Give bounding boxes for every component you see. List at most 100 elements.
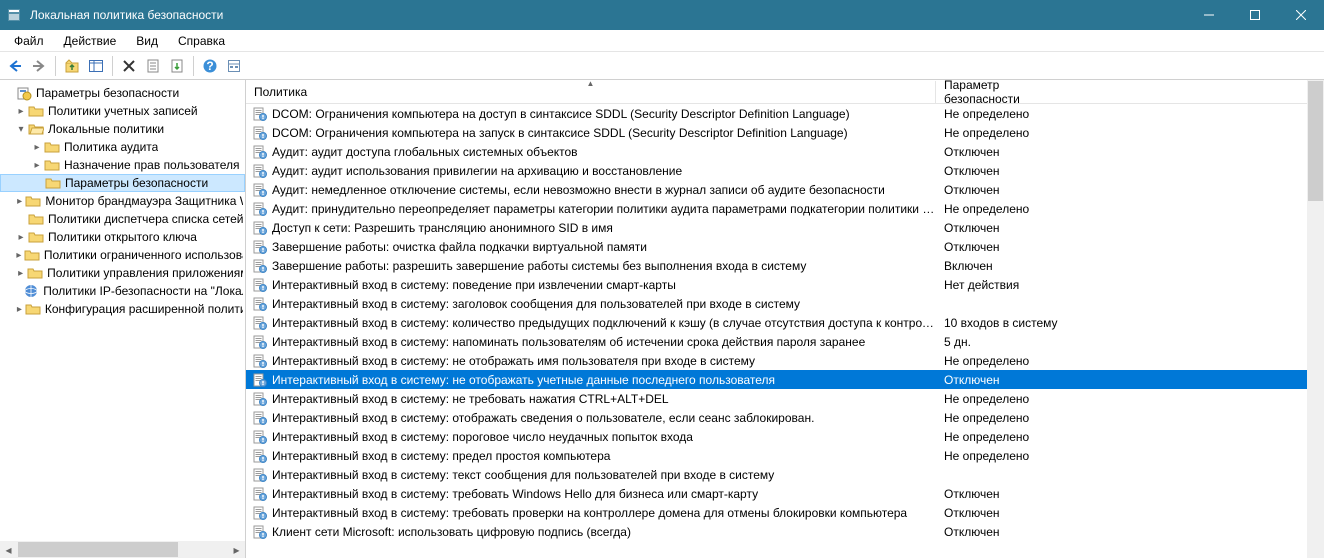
tree-label: Политики открытого ключа [48,230,197,244]
tree-node-audit-policy[interactable]: ▸ Политика аудита [0,138,245,156]
policy-row[interactable]: DCOM: Ограничения компьютера на доступ в… [246,104,1324,123]
tree-node-app-control[interactable]: ▸ Политики управления приложениями [0,264,245,282]
policy-value: Нет действия [936,278,1019,292]
expand-icon[interactable]: ▸ [14,232,28,243]
policy-row[interactable]: Интерактивный вход в систему: требовать … [246,484,1324,503]
policy-row[interactable]: Интерактивный вход в систему: предел про… [246,446,1324,465]
expand-icon[interactable]: ▸ [30,160,44,171]
policy-value: Не определено [936,392,1029,406]
tree-root[interactable]: ▸ Параметры безопасности [0,84,245,102]
policy-icon [252,201,268,217]
tree-label: Назначение прав пользователя [64,158,240,172]
policy-row[interactable]: Интерактивный вход в систему: не отображ… [246,351,1324,370]
policy-row[interactable]: Аудит: аудит доступа глобальных системны… [246,142,1324,161]
policy-icon [252,239,268,255]
properties-button[interactable] [142,55,164,77]
tree-node-firewall[interactable]: ▸ Монитор брандмауэра Защитника Windows [0,192,245,210]
policy-row[interactable]: Интерактивный вход в систему: не отображ… [246,370,1324,389]
up-button[interactable] [61,55,83,77]
column-header-policy[interactable]: ▲ Политика [246,81,936,103]
policy-name: Интерактивный вход в систему: требовать … [272,506,936,520]
maximize-button[interactable] [1232,0,1278,30]
policy-row[interactable]: Доступ к сети: Разрешить трансляцию анон… [246,218,1324,237]
back-button[interactable] [4,55,26,77]
expand-icon[interactable]: ▸ [14,106,28,117]
app-icon [6,7,22,23]
policy-row[interactable]: Интерактивный вход в систему: не требова… [246,389,1324,408]
expand-icon[interactable]: ▸ [14,196,25,207]
tree-node-software-restriction[interactable]: ▸ Политики ограниченного использования п… [0,246,245,264]
close-button[interactable] [1278,0,1324,30]
tree-node-account-policies[interactable]: ▸ Политики учетных записей [0,102,245,120]
policy-icon [252,486,268,502]
toolbar-separator [193,56,194,76]
policy-name: Аудит: принудительно переопределяет пара… [272,202,936,216]
policy-icon [252,258,268,274]
policy-name: Интерактивный вход в систему: количество… [272,316,936,330]
toolbar-separator [112,56,113,76]
scrollbar-thumb[interactable] [18,542,178,557]
help-button[interactable]: ? [199,55,221,77]
show-hide-tree-button[interactable] [85,55,107,77]
menu-help[interactable]: Справка [168,31,235,51]
tree-node-security-options[interactable]: ▸ Параметры безопасности [0,174,245,192]
menu-view[interactable]: Вид [126,31,168,51]
policy-value: Отключен [936,487,1000,501]
policy-row[interactable]: Интерактивный вход в систему: заголовок … [246,294,1324,313]
policy-name: Аудит: аудит использования привилегии на… [272,164,936,178]
tree-horizontal-scrollbar[interactable]: ◂ ▸ [0,541,245,558]
tree-node-network-list[interactable]: ▸ Политики диспетчера списка сетей [0,210,245,228]
policy-row[interactable]: Клиент сети Microsoft: использовать цифр… [246,522,1324,541]
expand-icon[interactable]: ▸ [14,250,24,261]
policy-row[interactable]: Завершение работы: очистка файла подкачк… [246,237,1324,256]
policy-row[interactable]: Аудит: немедленное отключение системы, е… [246,180,1324,199]
policy-row[interactable]: Интерактивный вход в систему: пороговое … [246,427,1324,446]
tree-node-ipsec[interactable]: ▸ Политики IP-безопасности на "Локальный… [0,282,245,300]
folder-icon [28,103,44,119]
policy-row[interactable]: Интерактивный вход в систему: требовать … [246,503,1324,522]
export-button[interactable] [166,55,188,77]
collapse-icon[interactable]: ▾ [14,124,28,135]
menu-file[interactable]: Файл [4,31,54,51]
titlebar: Локальная политика безопасности [0,0,1324,30]
policy-icon [252,410,268,426]
policy-name: Интерактивный вход в систему: отображать… [272,411,936,425]
policy-icon [252,334,268,350]
policy-row[interactable]: Аудит: принудительно переопределяет пара… [246,199,1324,218]
expand-icon[interactable]: ▸ [14,304,25,315]
scrollbar-thumb[interactable] [1308,81,1323,201]
column-header-setting[interactable]: Параметр безопасности [936,80,1086,110]
policy-row[interactable]: Завершение работы: разрешить завершение … [246,256,1324,275]
policy-icon [252,220,268,236]
tree-node-user-rights[interactable]: ▸ Назначение прав пользователя [0,156,245,174]
policy-row[interactable]: Аудит: аудит использования привилегии на… [246,161,1324,180]
policy-row[interactable]: Интерактивный вход в систему: отображать… [246,408,1324,427]
tree-node-public-key[interactable]: ▸ Политики открытого ключа [0,228,245,246]
policy-row[interactable]: Интерактивный вход в систему: поведение … [246,275,1324,294]
policy-value: Не определено [936,449,1029,463]
policy-name: Интерактивный вход в систему: не отображ… [272,373,936,387]
toolbar: ? [0,52,1324,80]
menu-action[interactable]: Действие [54,31,127,51]
policy-row[interactable]: Интерактивный вход в систему: напоминать… [246,332,1324,351]
minimize-button[interactable] [1186,0,1232,30]
expand-icon[interactable]: ▸ [30,142,44,153]
policy-row[interactable]: DCOM: Ограничения компьютера на запуск в… [246,123,1324,142]
refresh-button[interactable] [223,55,245,77]
policy-value: Не определено [936,126,1029,140]
policy-icon [252,467,268,483]
policy-icon [252,106,268,122]
folder-open-icon [28,121,44,137]
policy-name: Аудит: немедленное отключение системы, е… [272,183,936,197]
policy-row[interactable]: Интерактивный вход в систему: текст сооб… [246,465,1324,484]
policy-row[interactable]: Интерактивный вход в систему: количество… [246,313,1324,332]
forward-button[interactable] [28,55,50,77]
delete-button[interactable] [118,55,140,77]
expand-icon[interactable]: ▸ [14,268,27,279]
policy-icon [252,524,268,540]
list-vertical-scrollbar[interactable] [1307,80,1324,558]
tree-node-local-policies[interactable]: ▾ Локальные политики [0,120,245,138]
column-label: Параметр безопасности [944,80,1020,106]
tree-node-advanced-audit[interactable]: ▸ Конфигурация расширенной политики ауди… [0,300,245,318]
policy-icon [252,315,268,331]
